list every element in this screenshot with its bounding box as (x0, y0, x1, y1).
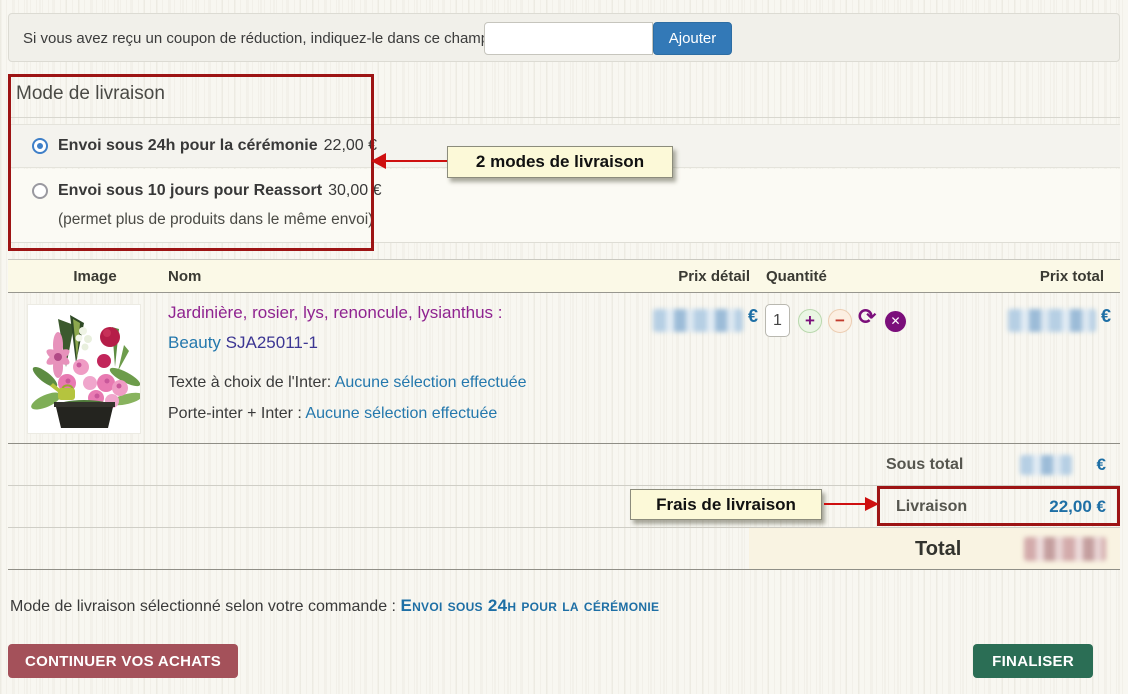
shipping-fee-label: Livraison (896, 486, 967, 528)
annotation-arrow-head-left-icon (371, 153, 386, 169)
redacted-grand-total (1024, 537, 1106, 561)
column-header-quantity: Quantité (766, 260, 827, 293)
product-option-1: Texte à choix de l'Inter: Aucune sélecti… (168, 374, 527, 392)
product-name-line2: Beauty SJA25011-1 (168, 333, 318, 353)
option-label: Porte-inter + Inter : (168, 405, 302, 422)
annotation-arrow-line (385, 160, 447, 162)
finalize-button[interactable]: FINALISER (973, 644, 1093, 678)
subtotal-row: Sous total € (8, 444, 1120, 486)
coupon-bar: Si vous avez reçu un coupon de réduction… (8, 13, 1120, 62)
shipping-option-label[interactable]: Envoi sous 10 jours pour Reassort (58, 182, 322, 200)
option-value-link[interactable]: Aucune sélection effectuée (305, 405, 497, 422)
column-header-name: Nom (168, 260, 201, 293)
subtotal-label: Sous total (886, 444, 963, 486)
redacted-line-total (1008, 309, 1096, 332)
quantity-increase-icon[interactable]: + (798, 309, 822, 333)
product-link[interactable]: Beauty (168, 333, 221, 352)
selected-shipping-note: Mode de livraison sélectionné selon votr… (10, 596, 659, 616)
delete-item-icon[interactable]: ✕ (885, 311, 906, 332)
shipping-option-note: (permet plus de produits dans le même en… (58, 211, 373, 229)
product-name[interactable]: Jardinière, rosier, lys, renoncule, lysi… (168, 303, 503, 323)
product-image[interactable] (27, 304, 141, 434)
shipping-fee-row: Livraison 22,00 € (8, 486, 1120, 528)
euro-symbol: € (1101, 306, 1111, 327)
euro-symbol: € (748, 306, 758, 327)
annotation-callout-shipping-fee: Frais de livraison (630, 489, 822, 520)
shipping-option-10j[interactable]: Envoi sous 10 jours pour Reassort 30,00 … (8, 169, 1120, 243)
note-selected-mode[interactable]: Envoi sous 24h pour la cérémonie (400, 596, 659, 615)
redacted-unit-price (653, 309, 743, 332)
product-option-2: Porte-inter + Inter : Aucune sélection e… (168, 405, 497, 423)
product-sku: SJA25011-1 (226, 333, 318, 352)
cart-table-header: Image Nom Prix détail Quantité Prix tota… (8, 259, 1120, 293)
refresh-icon[interactable]: ⟳ (858, 305, 876, 330)
option-label: Texte à choix de l'Inter: (168, 374, 331, 391)
coupon-input[interactable] (484, 22, 653, 55)
flower-arrangement-image (28, 305, 140, 433)
totals-section: Sous total € Livraison 22,00 € Total (8, 444, 1120, 570)
euro-symbol: € (1097, 444, 1106, 486)
grand-total-row: Total (8, 528, 1120, 570)
annotation-arrow-line (824, 503, 868, 505)
cart-page: Si vous avez reçu un coupon de réduction… (0, 0, 1128, 694)
annotation-callout-shipping: 2 modes de livraison (447, 146, 673, 178)
shipping-section-title: Mode de livraison (16, 83, 165, 105)
shipping-option-label[interactable]: Envoi sous 24h pour la cérémonie (58, 137, 318, 155)
coupon-label: Si vous avez reçu un coupon de réduction… (23, 14, 489, 63)
coupon-add-button[interactable]: Ajouter (653, 22, 732, 55)
table-row: Jardinière, rosier, lys, renoncule, lysi… (8, 293, 1120, 444)
shipping-fee-value: 22,00 € (1049, 486, 1106, 528)
annotation-arrow-head-right-icon (865, 497, 879, 511)
radio-unchecked-icon[interactable] (32, 183, 48, 199)
continue-shopping-button[interactable]: CONTINUER VOS ACHATS (8, 644, 238, 678)
note-prefix: Mode de livraison sélectionné selon votr… (10, 598, 400, 615)
quantity-input[interactable] (765, 304, 790, 337)
option-value-link[interactable]: Aucune sélection effectuée (335, 374, 527, 391)
quantity-decrease-icon[interactable]: − (828, 309, 852, 333)
redacted-subtotal (1020, 455, 1072, 475)
divider (8, 117, 1120, 118)
column-header-image: Image (60, 260, 130, 293)
radio-checked-icon[interactable] (32, 138, 48, 154)
column-header-unit-price: Prix détail (608, 260, 750, 293)
shipping-option-price: 22,00 € (324, 137, 377, 155)
shipping-option-price: 30,00 € (328, 182, 381, 200)
grand-total-label: Total (915, 528, 961, 570)
column-header-total-price: Prix total (954, 260, 1104, 293)
